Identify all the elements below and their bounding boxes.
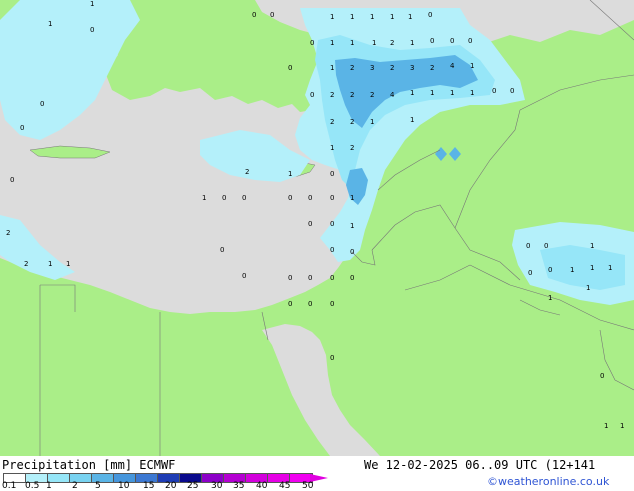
precip-value-label: 0 xyxy=(252,11,256,19)
precip-value-label: 1 xyxy=(330,13,334,21)
precip-value-label: 1 xyxy=(604,422,608,430)
precip-value-label: 0 xyxy=(310,39,314,47)
precip-value-label: 0 xyxy=(288,274,292,282)
precip-value-label: 2 xyxy=(6,229,10,237)
precip-value-label: 2 xyxy=(430,64,434,72)
precip-value-label: 1 xyxy=(470,62,474,70)
precip-value-label: 0 xyxy=(492,87,496,95)
precip-value-label: 3 xyxy=(370,64,374,72)
precip-value-label: 1 xyxy=(90,0,94,8)
precip-value-label: 0 xyxy=(288,64,292,72)
precip-value-label: 1 xyxy=(66,260,70,268)
precip-value-label: 0 xyxy=(308,300,312,308)
precip-value-label: 1 xyxy=(408,13,412,21)
precip-value-label: 2 xyxy=(370,91,374,99)
precip-value-label: 2 xyxy=(330,91,334,99)
precip-value-label: 0 xyxy=(242,194,246,202)
precip-value-label: 1 xyxy=(570,266,574,274)
precip-value-label: 0 xyxy=(450,37,454,45)
precip-value-label: 0 xyxy=(526,242,530,250)
precip-value-label: 1 xyxy=(450,89,454,97)
precip-value-label: 2 xyxy=(245,168,249,176)
precip-value-label: 0 xyxy=(288,194,292,202)
precip-value-label: 1 xyxy=(590,264,594,272)
precip-value-label: 0 xyxy=(308,194,312,202)
precip-value-label: 0 xyxy=(548,266,552,274)
precip-value-label: 1 xyxy=(48,260,52,268)
precip-value-label: 1 xyxy=(350,39,354,47)
precip-value-label: 1 xyxy=(586,284,590,292)
precip-value-label: 1 xyxy=(410,89,414,97)
precip-value-label: 1 xyxy=(410,39,414,47)
precip-value-label: 0 xyxy=(430,37,434,45)
precip-value-label: 0 xyxy=(510,87,514,95)
precip-value-label: 0 xyxy=(242,272,246,280)
precip-value-label: 0 xyxy=(544,242,548,250)
precip-value-label: 0 xyxy=(350,274,354,282)
precip-value-label: 1 xyxy=(350,222,354,230)
precip-value-label: 0 xyxy=(428,11,432,19)
precip-value-label: 0 xyxy=(528,269,532,277)
precip-value-label: 1 xyxy=(370,13,374,21)
precip-value-label: 0 xyxy=(330,274,334,282)
precip-value-label: 0 xyxy=(310,91,314,99)
precip-value-label: 2 xyxy=(350,91,354,99)
precip-value-label: 0 xyxy=(222,194,226,202)
precip-value-label: 0 xyxy=(330,170,334,178)
precip-value-label: 0 xyxy=(330,354,334,362)
precip-value-label: 2 xyxy=(350,64,354,72)
precip-value-label: 2 xyxy=(24,260,28,268)
precip-value-label: 0 xyxy=(330,194,334,202)
precip-value-label: 0 xyxy=(330,246,334,254)
precip-value-label: 2 xyxy=(350,118,354,126)
precip-value-label: 2 xyxy=(390,39,394,47)
precip-value-label: 1 xyxy=(48,20,52,28)
title-text: Precipitation [mm] xyxy=(2,458,133,472)
precip-value-label: 0 xyxy=(468,37,472,45)
precip-value-label: 0 xyxy=(308,274,312,282)
precip-value-label: 1 xyxy=(548,294,552,302)
precip-value-label: 2 xyxy=(330,118,334,126)
model-text: ECMWF xyxy=(139,458,176,472)
precip-value-label: 0 xyxy=(20,124,24,132)
precip-value-label: 0 xyxy=(10,176,14,184)
precip-value-label: 1 xyxy=(330,144,334,152)
precip-value-label: 0 xyxy=(350,248,354,256)
precip-value-label: 1 xyxy=(370,118,374,126)
precip-value-label: 1 xyxy=(288,170,292,178)
precip-value-label: 1 xyxy=(350,194,354,202)
precip-value-label: 1 xyxy=(372,39,376,47)
precip-value-label: 1 xyxy=(608,264,612,272)
precip-value-label: 0 xyxy=(330,220,334,228)
precip-value-label: 0 xyxy=(330,300,334,308)
precip-value-label: 2 xyxy=(390,64,394,72)
precip-value-label: 1 xyxy=(330,64,334,72)
precip-value-label: 1 xyxy=(202,194,206,202)
precip-value-label: 0 xyxy=(270,11,274,19)
precip-value-label: 1 xyxy=(350,13,354,21)
colorbar-ticks: 0.1 0.5 1 2 5 10 15 20 25 30 35 40 45 50 xyxy=(0,482,634,491)
precip-value-label: 4 xyxy=(450,62,455,70)
precip-value-label: 0 xyxy=(90,26,94,34)
precip-value-label: 2 xyxy=(350,144,354,152)
precip-value-label: 0 xyxy=(600,372,604,380)
valid-time-label: We 12-02-2025 06..09 UTC (12+141 xyxy=(364,458,596,472)
precip-value-label: 0 xyxy=(288,300,292,308)
precip-value-label: 0 xyxy=(40,100,44,108)
precip-value-label: 1 xyxy=(430,89,434,97)
precip-value-label: 1 xyxy=(410,116,414,124)
precip-value-label: 4 xyxy=(390,91,395,99)
precip-value-label: 3 xyxy=(410,64,414,72)
title-label: Precipitation [mm] ECMWF xyxy=(2,458,175,472)
precip-value-label: 1 xyxy=(470,89,474,97)
precipitation-map: 0 0 1 1 1 1 1 0 0 1 1 1 2 1 0 0 0 0 1 2 … xyxy=(0,0,634,456)
precip-value-label: 0 xyxy=(220,246,224,254)
precip-value-label: 1 xyxy=(390,13,394,21)
precip-value-label: 0 xyxy=(308,220,312,228)
precip-value-label: 1 xyxy=(330,39,334,47)
precip-value-label: 1 xyxy=(590,242,594,250)
precip-value-label: 1 xyxy=(620,422,624,430)
